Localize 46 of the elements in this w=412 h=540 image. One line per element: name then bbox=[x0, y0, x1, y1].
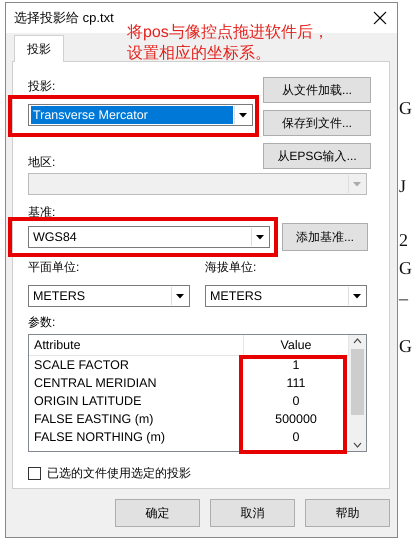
table-cell: 1 bbox=[244, 356, 348, 374]
tab[interactable]: 投影 bbox=[14, 35, 64, 62]
side-button[interactable]: 保存到文件... bbox=[263, 110, 371, 136]
caret-icon bbox=[256, 234, 264, 240]
background-text: G bbox=[399, 98, 412, 119]
caret-icon bbox=[239, 112, 247, 118]
field-label: 海拔单位: bbox=[205, 259, 258, 275]
side-button[interactable]: 从EPSG输入... bbox=[263, 143, 371, 169]
background-text: G bbox=[399, 336, 412, 357]
dialog-button[interactable]: 帮助 bbox=[305, 499, 390, 527]
column-header: Attribute bbox=[29, 335, 244, 356]
caret-icon bbox=[176, 294, 184, 298]
close-icon[interactable] bbox=[373, 11, 387, 25]
background-text: G bbox=[399, 258, 412, 279]
window-title: 选择投影给 cp.txt bbox=[14, 9, 114, 27]
background-text: J bbox=[399, 176, 406, 197]
checkbox-label: 已选的文件使用选定的投影 bbox=[47, 465, 191, 482]
checkbox[interactable] bbox=[28, 467, 41, 480]
field-label: 地区: bbox=[28, 154, 56, 170]
dropdown[interactable]: METERS bbox=[28, 285, 190, 307]
table-cell-text: 0 bbox=[292, 393, 300, 410]
dialog-button[interactable]: 取消 bbox=[210, 499, 295, 527]
scrollbar[interactable] bbox=[349, 335, 366, 451]
table-cell-text: CENTRAL MERIDIAN bbox=[33, 375, 158, 392]
caret-icon bbox=[353, 182, 361, 186]
table-cell-text: 111 bbox=[285, 375, 306, 392]
caret-icon bbox=[353, 294, 361, 298]
table-cell: SCALE FACTOR bbox=[29, 356, 244, 374]
table-cell-text: FALSE EASTING (m) bbox=[33, 411, 154, 428]
field-label: 投影: bbox=[28, 78, 56, 94]
dropdown[interactable]: Transverse Mercator bbox=[28, 104, 253, 126]
table-cell-text: 500000 bbox=[274, 411, 318, 428]
background-text: _ bbox=[399, 282, 408, 303]
dropdown[interactable]: WGS84 bbox=[28, 226, 270, 248]
dropdown[interactable]: METERS bbox=[205, 285, 367, 307]
table-cell-text: 0 bbox=[292, 429, 300, 446]
dialog-button[interactable]: 确定 bbox=[115, 499, 200, 527]
annotation-text: 将pos与像控点拖进软件后， 设置相应的坐标系。 bbox=[127, 22, 329, 64]
add-datum-button[interactable]: 添加基准... bbox=[282, 223, 368, 251]
field-label: 参数: bbox=[28, 314, 56, 330]
background-text: 2 bbox=[399, 230, 408, 251]
field-label: 基准: bbox=[28, 204, 56, 220]
side-button[interactable]: 从文件加载... bbox=[263, 77, 371, 103]
field-label: 平面单位: bbox=[28, 259, 80, 275]
table-cell-text: FALSE NORTHING (m) bbox=[33, 429, 166, 446]
table-cell-text: ORIGIN LATITUDE bbox=[33, 393, 142, 410]
